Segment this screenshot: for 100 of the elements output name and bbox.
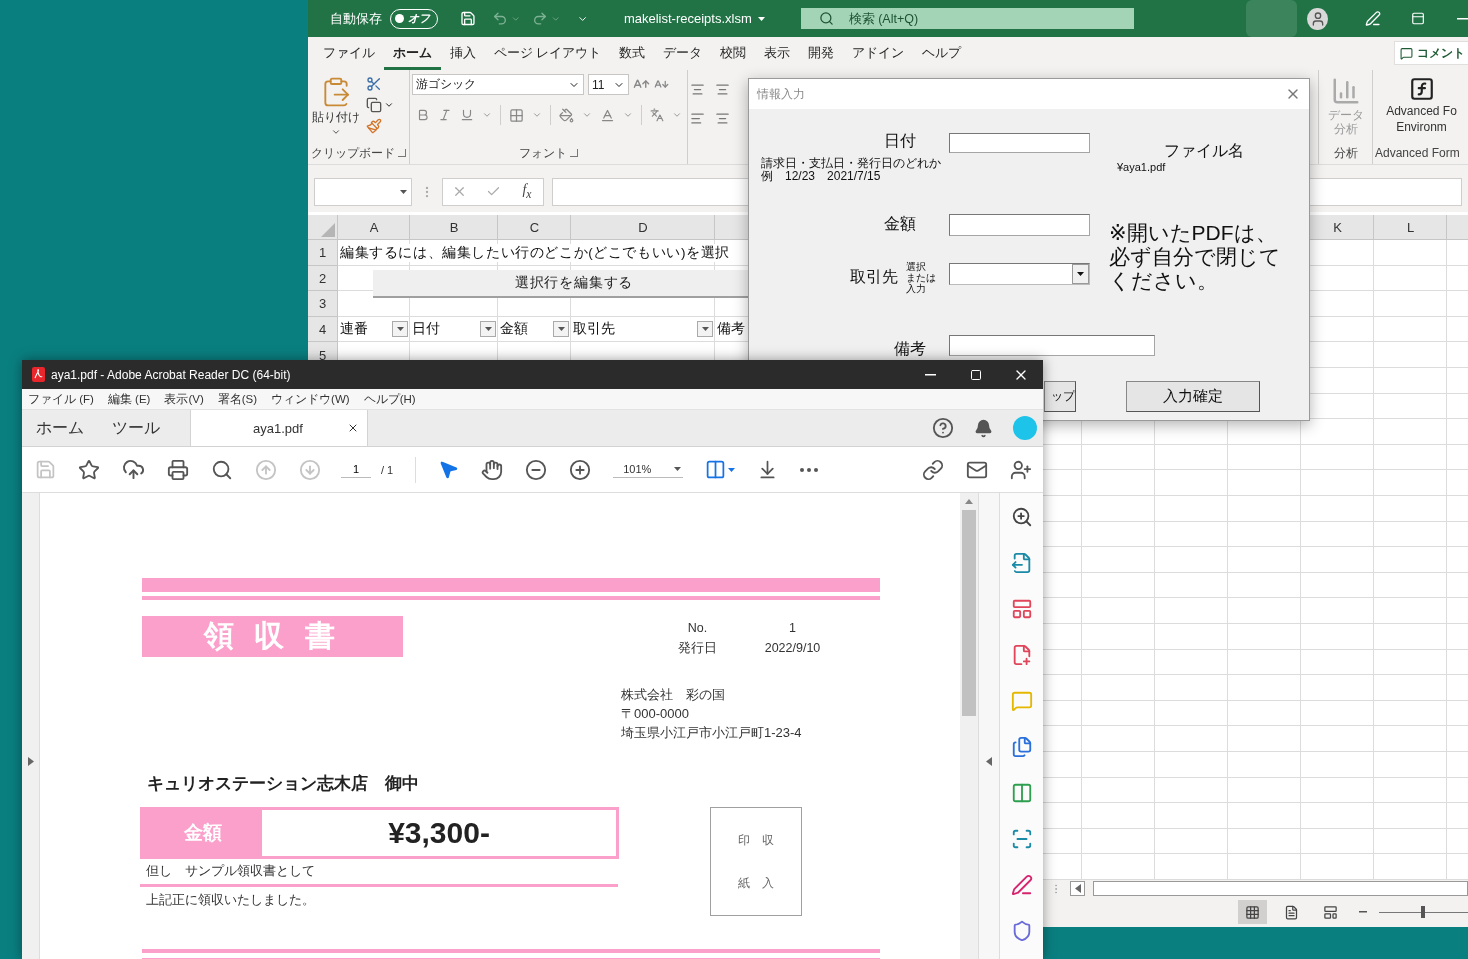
font-color-icon[interactable] — [600, 107, 615, 123]
fit-page-button[interactable] — [705, 459, 736, 480]
scroll-left-button[interactable] — [1070, 881, 1085, 896]
search-button[interactable] — [211, 458, 233, 481]
dialog-button[interactable]: ップ — [1044, 381, 1076, 412]
ribbon-tab[interactable]: 表示 — [755, 37, 800, 70]
zoom-in-button[interactable] — [569, 458, 592, 481]
ribbon-tab[interactable]: ページ レイアウト — [485, 37, 611, 70]
menu-item[interactable]: ヘルプ(H) — [363, 391, 416, 407]
scroll-left-icon[interactable] — [1074, 884, 1081, 893]
scissors-icon[interactable] — [366, 76, 382, 92]
menu-item[interactable]: ウィンドウ(W) — [271, 391, 350, 407]
scroll-up-icon[interactable] — [965, 499, 973, 504]
bold-icon[interactable] — [416, 108, 430, 122]
ribbon-tab[interactable]: データ — [654, 37, 712, 70]
file-name[interactable]: makelist-receipts.xlsm — [623, 11, 765, 26]
menu-item[interactable]: 表示(V) — [164, 391, 204, 407]
row-header[interactable]: 1 — [318, 245, 327, 261]
column-header[interactable]: L — [1406, 219, 1415, 235]
redo-icon[interactable] — [532, 10, 549, 27]
confirm-button[interactable]: 入力確定 — [1126, 381, 1260, 412]
minimize-icon[interactable] — [1457, 17, 1468, 20]
border-icon[interactable] — [509, 107, 524, 123]
filter-button[interactable] — [480, 321, 496, 338]
filter-button[interactable] — [392, 321, 408, 338]
document-tab[interactable]: aya1.pdf — [190, 410, 368, 446]
slider-thumb[interactable] — [1421, 906, 1426, 918]
fill-color-icon[interactable] — [559, 107, 574, 123]
zoom-out-button[interactable] — [525, 458, 548, 481]
collapse-icon[interactable] — [986, 757, 992, 766]
align-icon[interactable] — [715, 82, 730, 97]
paste-button[interactable]: 貼り付け — [310, 74, 362, 139]
horizontal-scrollbar[interactable] — [1093, 881, 1468, 896]
menu-item[interactable]: ファイル (F) — [28, 391, 94, 407]
launcher-icon[interactable] — [398, 149, 406, 157]
row-header[interactable]: 5 — [318, 347, 327, 363]
row-header[interactable]: 4 — [318, 322, 327, 338]
underline-icon[interactable] — [460, 108, 474, 122]
brush-icon[interactable] — [366, 118, 382, 134]
avatar-button[interactable] — [1307, 7, 1328, 30]
align-icon[interactable] — [690, 111, 705, 126]
menu-item[interactable]: 編集 (E) — [107, 391, 151, 407]
select-tool-button[interactable] — [438, 459, 460, 480]
nav-tab[interactable]: ツール — [98, 410, 174, 446]
amount-field[interactable] — [949, 214, 1090, 236]
search-field[interactable]: 検索 (Alt+Q) — [800, 8, 1134, 29]
ribbon-tab[interactable]: 開発 — [799, 37, 844, 70]
ribbon-tab[interactable]: 挿入 — [441, 37, 485, 70]
align-icon[interactable] — [690, 82, 705, 97]
partner-combo[interactable] — [949, 263, 1090, 285]
italic-icon[interactable] — [438, 108, 452, 122]
ribbon-tab[interactable]: 校閲 — [711, 37, 756, 70]
file-export-icon[interactable] — [1010, 552, 1033, 574]
help-icon[interactable] — [932, 417, 954, 439]
memo-field[interactable] — [949, 335, 1155, 356]
filter-button[interactable] — [697, 321, 713, 338]
bell-icon[interactable] — [974, 418, 993, 438]
files-icon[interactable] — [1010, 736, 1033, 758]
font-size-field[interactable]: 11 — [588, 74, 629, 95]
ribbon-tab[interactable]: 数式 — [610, 37, 655, 70]
row-header[interactable]: 2 — [318, 270, 327, 286]
align-icon[interactable] — [715, 111, 730, 126]
close-icon[interactable] — [347, 422, 359, 434]
row-header[interactable]: 3 — [318, 296, 327, 312]
star-button[interactable] — [78, 458, 100, 481]
share-link-button[interactable] — [922, 458, 945, 481]
scrollbar-thumb[interactable] — [962, 510, 976, 716]
ribbon-tab[interactable]: アドイン — [843, 37, 914, 70]
column-header[interactable]: A — [369, 219, 379, 235]
vertical-scrollbar[interactable] — [960, 493, 978, 959]
expand-icon[interactable] — [27, 757, 34, 766]
hand-tool-button[interactable] — [481, 458, 504, 481]
ribbon-display-icon[interactable] — [1410, 11, 1425, 26]
filter-button[interactable] — [553, 321, 569, 338]
view-button[interactable] — [1238, 900, 1267, 924]
save-icon[interactable] — [460, 10, 476, 27]
phonetic-icon[interactable] — [650, 108, 664, 122]
ribbon-tab[interactable]: ファイル — [314, 37, 384, 70]
column-header[interactable]: K — [1333, 219, 1342, 235]
column-header[interactable]: D — [638, 219, 648, 235]
dropdown-button[interactable] — [1072, 264, 1089, 284]
font-name-field[interactable]: 游ゴシック — [412, 74, 584, 95]
date-field[interactable] — [949, 133, 1090, 153]
comment-button[interactable]: コメント — [1394, 41, 1468, 65]
print-button[interactable] — [167, 458, 189, 481]
cloud-upload-button[interactable] — [122, 458, 145, 481]
add-user-button[interactable] — [1010, 458, 1033, 481]
function-button[interactable]: f$_{x}$ — [520, 182, 534, 201]
scan-icon[interactable] — [1010, 828, 1033, 850]
ribbon-tab[interactable]: ヘルプ — [913, 37, 971, 70]
menu-item[interactable]: 署名(S) — [217, 391, 258, 407]
column-header[interactable]: C — [529, 219, 540, 235]
formula-environment-button[interactable]: Advanced Fo Environm — [1386, 74, 1457, 137]
pen-icon[interactable] — [1010, 874, 1033, 896]
nav-tab[interactable]: ホーム — [22, 410, 98, 446]
launcher-icon[interactable] — [570, 149, 578, 157]
layout-icon[interactable] — [1010, 598, 1033, 620]
copy-icon[interactable] — [366, 97, 382, 113]
zoom-in-icon[interactable] — [1010, 506, 1033, 528]
columns-icon[interactable] — [1010, 782, 1033, 804]
